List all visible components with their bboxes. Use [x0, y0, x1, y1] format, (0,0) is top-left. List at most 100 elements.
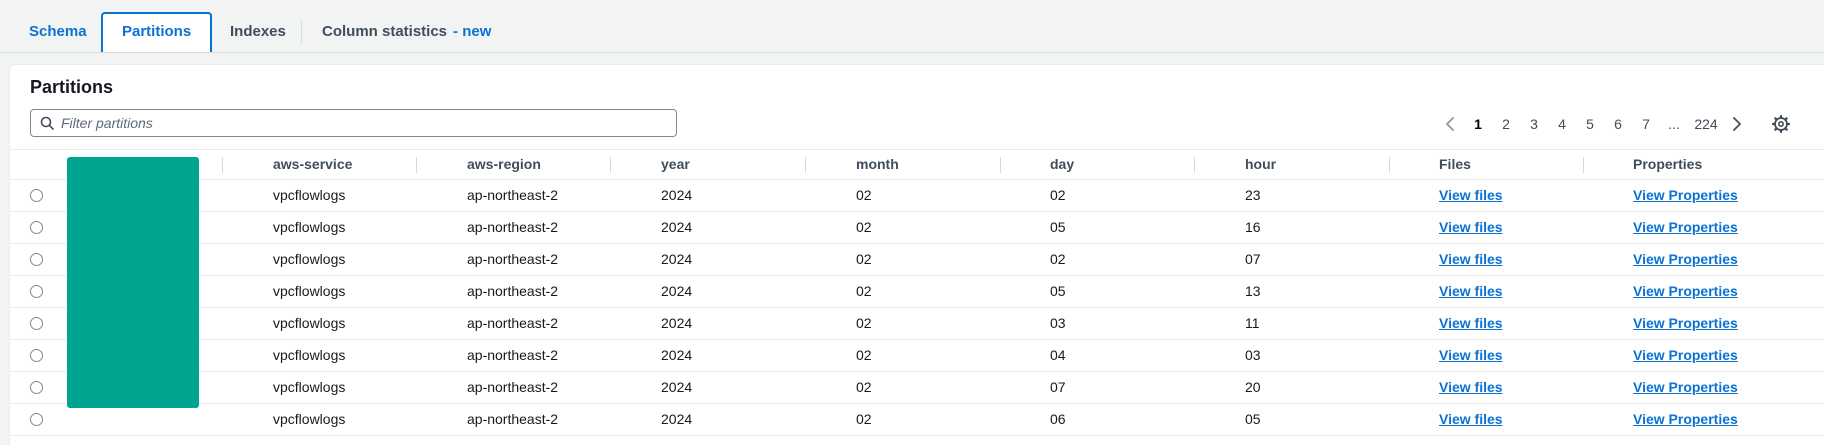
table-row[interactable]: vpcflowlogs ap-northeast-2 2024 02 04 03… — [10, 340, 1824, 372]
row-select-radio[interactable] — [30, 253, 43, 266]
view-files-link[interactable]: View files — [1439, 404, 1503, 435]
view-properties-link[interactable]: View Properties — [1633, 340, 1738, 371]
cell-year: 2024 — [661, 315, 693, 331]
filter-field[interactable] — [30, 109, 677, 137]
cell-month: 02 — [856, 187, 872, 203]
cell-aws-region: ap-northeast-2 — [467, 251, 559, 267]
search-icon — [40, 116, 54, 130]
column-header-year[interactable]: year — [661, 150, 690, 179]
cell-month: 02 — [856, 251, 872, 267]
cell-aws-service: vpcflowlogs — [273, 379, 346, 395]
page-2[interactable]: 2 — [1500, 113, 1512, 135]
cell-day: 06 — [1050, 411, 1066, 427]
cell-day: 05 — [1050, 283, 1066, 299]
view-properties-link[interactable]: View Properties — [1633, 372, 1738, 403]
cell-hour: 07 — [1245, 251, 1261, 267]
column-header-hour[interactable]: hour — [1245, 150, 1276, 179]
column-header-day[interactable]: day — [1050, 150, 1074, 179]
column-header-files: Files — [1439, 156, 1471, 172]
table-row[interactable]: vpcflowlogs ap-northeast-2 2024 02 05 16… — [10, 212, 1824, 244]
table-row[interactable]: vpcflowlogs ap-northeast-2 2024 02 03 11… — [10, 308, 1824, 340]
page-7[interactable]: 7 — [1640, 113, 1652, 135]
column-header-aws-service[interactable]: aws-service — [273, 150, 352, 179]
column-header-aws-region[interactable]: aws-region — [467, 150, 541, 179]
tab-schema[interactable]: Schema — [10, 12, 106, 52]
cell-aws-region: ap-northeast-2 — [467, 283, 559, 299]
page-6[interactable]: 6 — [1612, 113, 1624, 135]
table-row[interactable]: vpcflowlogs ap-northeast-2 2024 02 06 05… — [10, 404, 1824, 436]
view-properties-link[interactable]: View Properties — [1633, 404, 1738, 435]
view-properties-link[interactable]: View Properties — [1633, 212, 1738, 243]
tab-bar: Schema Partitions Indexes Column statist… — [0, 0, 1824, 53]
column-header-month[interactable]: month — [856, 150, 899, 179]
tab-column-statistics-label: Column statistics — [322, 23, 448, 40]
gear-icon[interactable] — [1772, 115, 1790, 133]
cell-aws-service: vpcflowlogs — [273, 315, 346, 331]
cell-day: 02 — [1050, 187, 1066, 203]
filter-partitions-input[interactable] — [61, 110, 661, 136]
row-select-radio[interactable] — [30, 349, 43, 362]
cell-year: 2024 — [661, 379, 693, 395]
cell-month: 02 — [856, 219, 872, 235]
cell-year: 2024 — [661, 411, 693, 427]
column-divider — [1194, 157, 1195, 173]
view-files-link[interactable]: View files — [1439, 180, 1503, 211]
view-files-link[interactable]: View files — [1439, 308, 1503, 339]
chevron-right-icon[interactable] — [1729, 116, 1743, 132]
row-select-radio[interactable] — [30, 285, 43, 298]
view-properties-link[interactable]: View Properties — [1633, 180, 1738, 211]
column-divider — [222, 157, 223, 173]
cell-hour: 16 — [1245, 219, 1261, 235]
cell-year: 2024 — [661, 283, 693, 299]
cell-hour: 20 — [1245, 379, 1261, 395]
column-divider — [1583, 157, 1584, 173]
tab-indexes[interactable]: Indexes — [211, 12, 305, 52]
page-3[interactable]: 3 — [1528, 113, 1540, 135]
row-select-radio[interactable] — [30, 413, 43, 426]
cell-aws-region: ap-northeast-2 — [467, 411, 559, 427]
column-header-properties: Properties — [1633, 156, 1703, 172]
table-row[interactable]: vpcflowlogs ap-northeast-2 2024 02 02 23… — [10, 180, 1824, 212]
cell-day: 02 — [1050, 251, 1066, 267]
row-select-radio[interactable] — [30, 221, 43, 234]
cell-aws-region: ap-northeast-2 — [467, 347, 559, 363]
view-files-link[interactable]: View files — [1439, 372, 1503, 403]
page-ellipsis: ... — [1668, 116, 1680, 132]
view-files-link[interactable]: View files — [1439, 212, 1503, 243]
cell-year: 2024 — [661, 251, 693, 267]
cell-aws-region: ap-northeast-2 — [467, 315, 559, 331]
page-5[interactable]: 5 — [1584, 113, 1596, 135]
cell-aws-service: vpcflowlogs — [273, 187, 346, 203]
tab-partitions[interactable]: Partitions — [101, 12, 213, 52]
page-224[interactable]: 224 — [1693, 113, 1719, 135]
view-files-link[interactable]: View files — [1439, 276, 1503, 307]
view-properties-link[interactable]: View Properties — [1633, 276, 1738, 307]
panel-title: Partitions — [30, 77, 114, 97]
cell-day: 07 — [1050, 379, 1066, 395]
page-1[interactable]: 1 — [1472, 113, 1484, 135]
row-select-radio[interactable] — [30, 317, 43, 330]
table-row[interactable]: vpcflowlogs ap-northeast-2 2024 02 02 07… — [10, 244, 1824, 276]
cell-aws-region: ap-northeast-2 — [467, 187, 559, 203]
cell-aws-service: vpcflowlogs — [273, 219, 346, 235]
table-row[interactable]: vpcflowlogs ap-northeast-2 2024 02 05 13… — [10, 276, 1824, 308]
view-files-link[interactable]: View files — [1439, 244, 1503, 275]
view-properties-link[interactable]: View Properties — [1633, 308, 1738, 339]
view-files-link[interactable]: View files — [1439, 340, 1503, 371]
cell-month: 02 — [856, 379, 872, 395]
cell-aws-region: ap-northeast-2 — [467, 379, 559, 395]
tab-column-statistics[interactable]: Column statistics - new — [303, 12, 510, 52]
row-select-radio[interactable] — [30, 381, 43, 394]
cell-month: 02 — [856, 411, 872, 427]
cell-month: 02 — [856, 283, 872, 299]
cell-day: 05 — [1050, 219, 1066, 235]
table-row[interactable]: vpcflowlogs ap-northeast-2 2024 02 07 20… — [10, 372, 1824, 404]
cell-year: 2024 — [661, 219, 693, 235]
view-properties-link[interactable]: View Properties — [1633, 244, 1738, 275]
chevron-left-icon[interactable] — [1444, 116, 1458, 132]
row-select-radio[interactable] — [30, 189, 43, 202]
cell-hour: 23 — [1245, 187, 1261, 203]
cell-aws-region: ap-northeast-2 — [467, 219, 559, 235]
page-4[interactable]: 4 — [1556, 113, 1568, 135]
cell-aws-service: vpcflowlogs — [273, 283, 346, 299]
